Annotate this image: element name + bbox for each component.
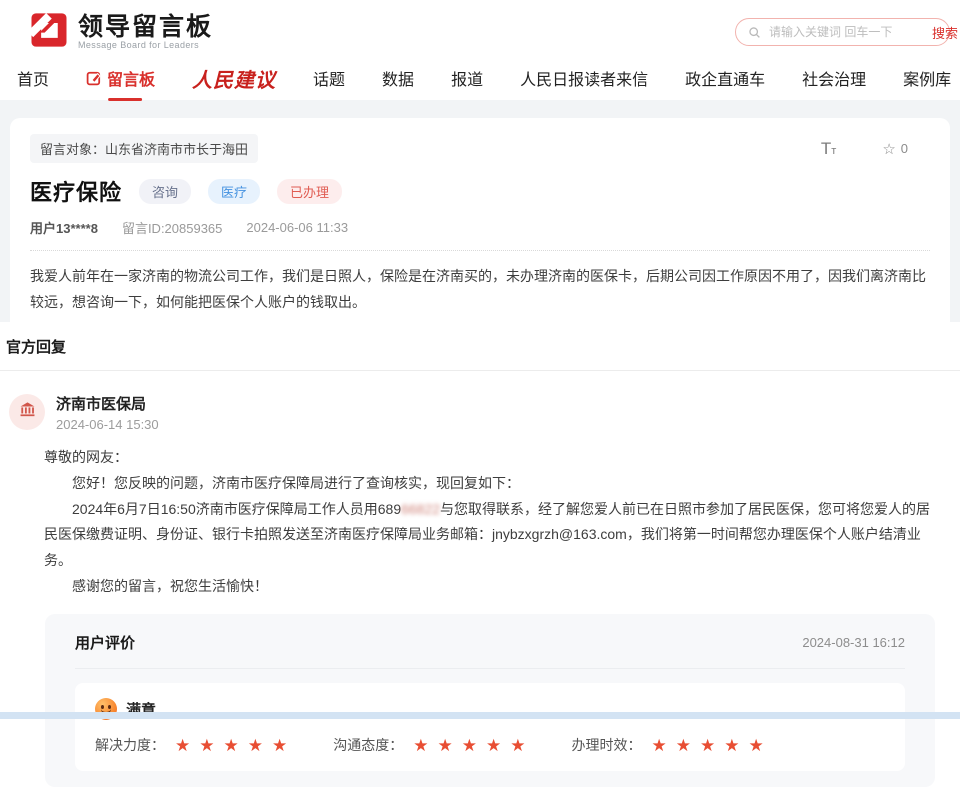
- bottom-strip: [0, 712, 960, 719]
- star-rating: ★ ★ ★ ★ ★: [175, 737, 287, 754]
- nav-item-1[interactable]: 首页: [17, 66, 49, 90]
- nav-item-label: 人民建议: [192, 64, 276, 93]
- nav-item-label: 话题: [313, 66, 345, 90]
- nav-item-3[interactable]: 人民建议: [192, 64, 276, 93]
- star-rating: ★ ★ ★ ★ ★: [413, 737, 525, 754]
- nav-item-label: 社会治理: [802, 66, 866, 90]
- font-size-toggle[interactable]: Tт: [821, 139, 836, 159]
- agency-avatar: [9, 394, 45, 430]
- evaluation-divider: [75, 668, 905, 669]
- message-target-badge: 留言对象：山东省济南市市长于海田: [30, 134, 258, 163]
- favorite-count: 0: [901, 141, 908, 156]
- reply-date: 2024-06-14 15:30: [56, 417, 159, 432]
- nav-item-10[interactable]: 案例库: [903, 66, 951, 90]
- star-icon: ★: [486, 737, 501, 754]
- rating-group-2: 沟通态度： ★ ★ ★ ★ ★: [333, 735, 525, 755]
- star-icon: ★: [700, 737, 715, 754]
- edit-pencil-icon: [86, 70, 102, 86]
- search-box[interactable]: 搜索: [735, 18, 950, 46]
- reply-body: 尊敬的网友： 您好！您反映的问题，济南市医疗保障局进行了查询核实，现回复如下： …: [44, 445, 940, 600]
- rating-group-3: 办理时效： ★ ★ ★ ★ ★: [572, 735, 764, 755]
- rating-label: 办理时效：: [572, 735, 642, 755]
- official-reply-heading: 官方回复: [0, 336, 960, 357]
- agency-name: 济南市医保局: [56, 393, 159, 414]
- search-button[interactable]: 搜索: [932, 23, 958, 42]
- nav-item-4[interactable]: 话题: [313, 66, 345, 90]
- evaluation-card: 满意 解决力度：★★★★★沟通态度：★★★★★办理时效：★★★★★: [75, 683, 905, 771]
- site-logo[interactable]: 领导留言板 Message Board for Leaders: [28, 9, 213, 56]
- tag-list: 咨询医疗已办理: [139, 179, 342, 204]
- message-title: 医疗保险: [30, 175, 122, 207]
- star-icon: ★: [175, 737, 190, 754]
- logo-mark-icon: [28, 9, 70, 56]
- page-band: 留言对象：山东省济南市市长于海田 Tт ☆ 0 医疗保险 咨询医疗已办理 用户1…: [0, 100, 960, 322]
- reply-paragraph: 2024年6月7日16:50济南市医疗保障局工作人员用68966822与您取得联…: [44, 497, 940, 575]
- nav-item-2[interactable]: 留言板: [86, 66, 155, 90]
- star-outline-icon: ☆: [882, 140, 895, 158]
- star-icon: ★: [676, 737, 691, 754]
- star-icon: ★: [749, 737, 764, 754]
- nav-item-label: 留言板: [107, 66, 155, 90]
- message-card: 留言对象：山东省济南市市长于海田 Tт ☆ 0 医疗保险 咨询医疗已办理 用户1…: [10, 118, 950, 322]
- message-tag-2[interactable]: 医疗: [208, 179, 260, 204]
- message-tag-1[interactable]: 咨询: [139, 179, 191, 204]
- redacted-phone-digits: 66822: [401, 501, 440, 517]
- message-tag-3[interactable]: 已办理: [277, 179, 342, 204]
- star-icon: ★: [462, 737, 477, 754]
- search-icon: [748, 26, 761, 39]
- star-icon: ★: [199, 737, 214, 754]
- nav-item-8[interactable]: 政企直通车: [685, 66, 765, 90]
- user-evaluation-section: 用户评价 2024-08-31 16:12 满意 解决力度：★★★★★沟通态度：…: [45, 614, 935, 787]
- message-content: 我爱人前年在一家济南的物流公司工作，我们是日照人，保险是在济南买的，未办理济南的…: [30, 264, 930, 316]
- reply-text: 2024年6月7日16:50济南市医疗保障局工作人员用689: [72, 501, 401, 517]
- main-nav: 首页留言板人民建议话题数据报道人民日报读者来信政企直通车社会治理案例库理论: [15, 56, 950, 100]
- evaluation-heading: 用户评价: [75, 632, 135, 653]
- official-reply-section: 官方回复 济南市医保局 2024-06-14 15:30 尊敬的网友： 您好！您…: [0, 322, 960, 600]
- message-date: 2024-06-06 11:33: [246, 220, 348, 235]
- section-divider: [0, 370, 960, 371]
- nav-item-label: 案例库: [903, 66, 951, 90]
- nav-item-label: 首页: [17, 66, 49, 90]
- evaluation-date: 2024-08-31 16:12: [802, 635, 905, 650]
- nav-item-9[interactable]: 社会治理: [802, 66, 866, 90]
- star-icon: ★: [413, 737, 428, 754]
- nav-item-label: 报道: [451, 66, 483, 90]
- nav-item-label: 政企直通车: [685, 66, 765, 90]
- ratings-row: 解决力度： ★ ★ ★ ★ ★ 沟通态度： ★ ★ ★ ★ ★ 办理时效： ★ ★ ★ ★ ★: [95, 735, 885, 755]
- reply-paragraph: 您好！您反映的问题，济南市医疗保障局进行了查询核实，现回复如下：: [44, 471, 940, 497]
- font-size-large-glyph: T: [821, 139, 831, 158]
- logo-title: 领导留言板: [78, 14, 213, 40]
- font-size-small-glyph: т: [831, 145, 836, 157]
- reply-paragraph: 感谢您的留言，祝您生活愉快！: [44, 574, 940, 600]
- star-icon: ★: [510, 737, 525, 754]
- search-input[interactable]: [769, 25, 924, 39]
- star-icon: ★: [652, 737, 667, 754]
- reply-greeting: 尊敬的网友：: [44, 445, 940, 471]
- nav-item-6[interactable]: 报道: [451, 66, 483, 90]
- nav-item-label: 数据: [382, 66, 414, 90]
- logo-subtitle: Message Board for Leaders: [78, 40, 213, 50]
- nav-item-5[interactable]: 数据: [382, 66, 414, 90]
- star-icon: ★: [272, 737, 287, 754]
- favorite-button[interactable]: ☆ 0: [882, 140, 908, 158]
- dotted-divider: [30, 250, 930, 251]
- star-icon: ★: [224, 737, 239, 754]
- government-building-icon: [18, 400, 37, 424]
- nav-item-7[interactable]: 人民日报读者来信: [520, 66, 648, 90]
- site-header: 领导留言板 Message Board for Leaders 搜索 首页 留言板…: [0, 0, 960, 100]
- nav-item-label: 人民日报读者来信: [520, 66, 648, 90]
- message-id: 留言ID:20859365: [122, 218, 222, 237]
- star-icon: ★: [248, 737, 263, 754]
- star-icon: ★: [724, 737, 739, 754]
- star-rating: ★ ★ ★ ★ ★: [652, 737, 764, 754]
- star-icon: ★: [438, 737, 453, 754]
- rating-group-1: 解决力度： ★ ★ ★ ★ ★: [95, 735, 287, 755]
- rating-label: 沟通态度：: [333, 735, 403, 755]
- rating-label: 解决力度：: [95, 735, 165, 755]
- message-user: 用户13****8: [30, 218, 98, 237]
